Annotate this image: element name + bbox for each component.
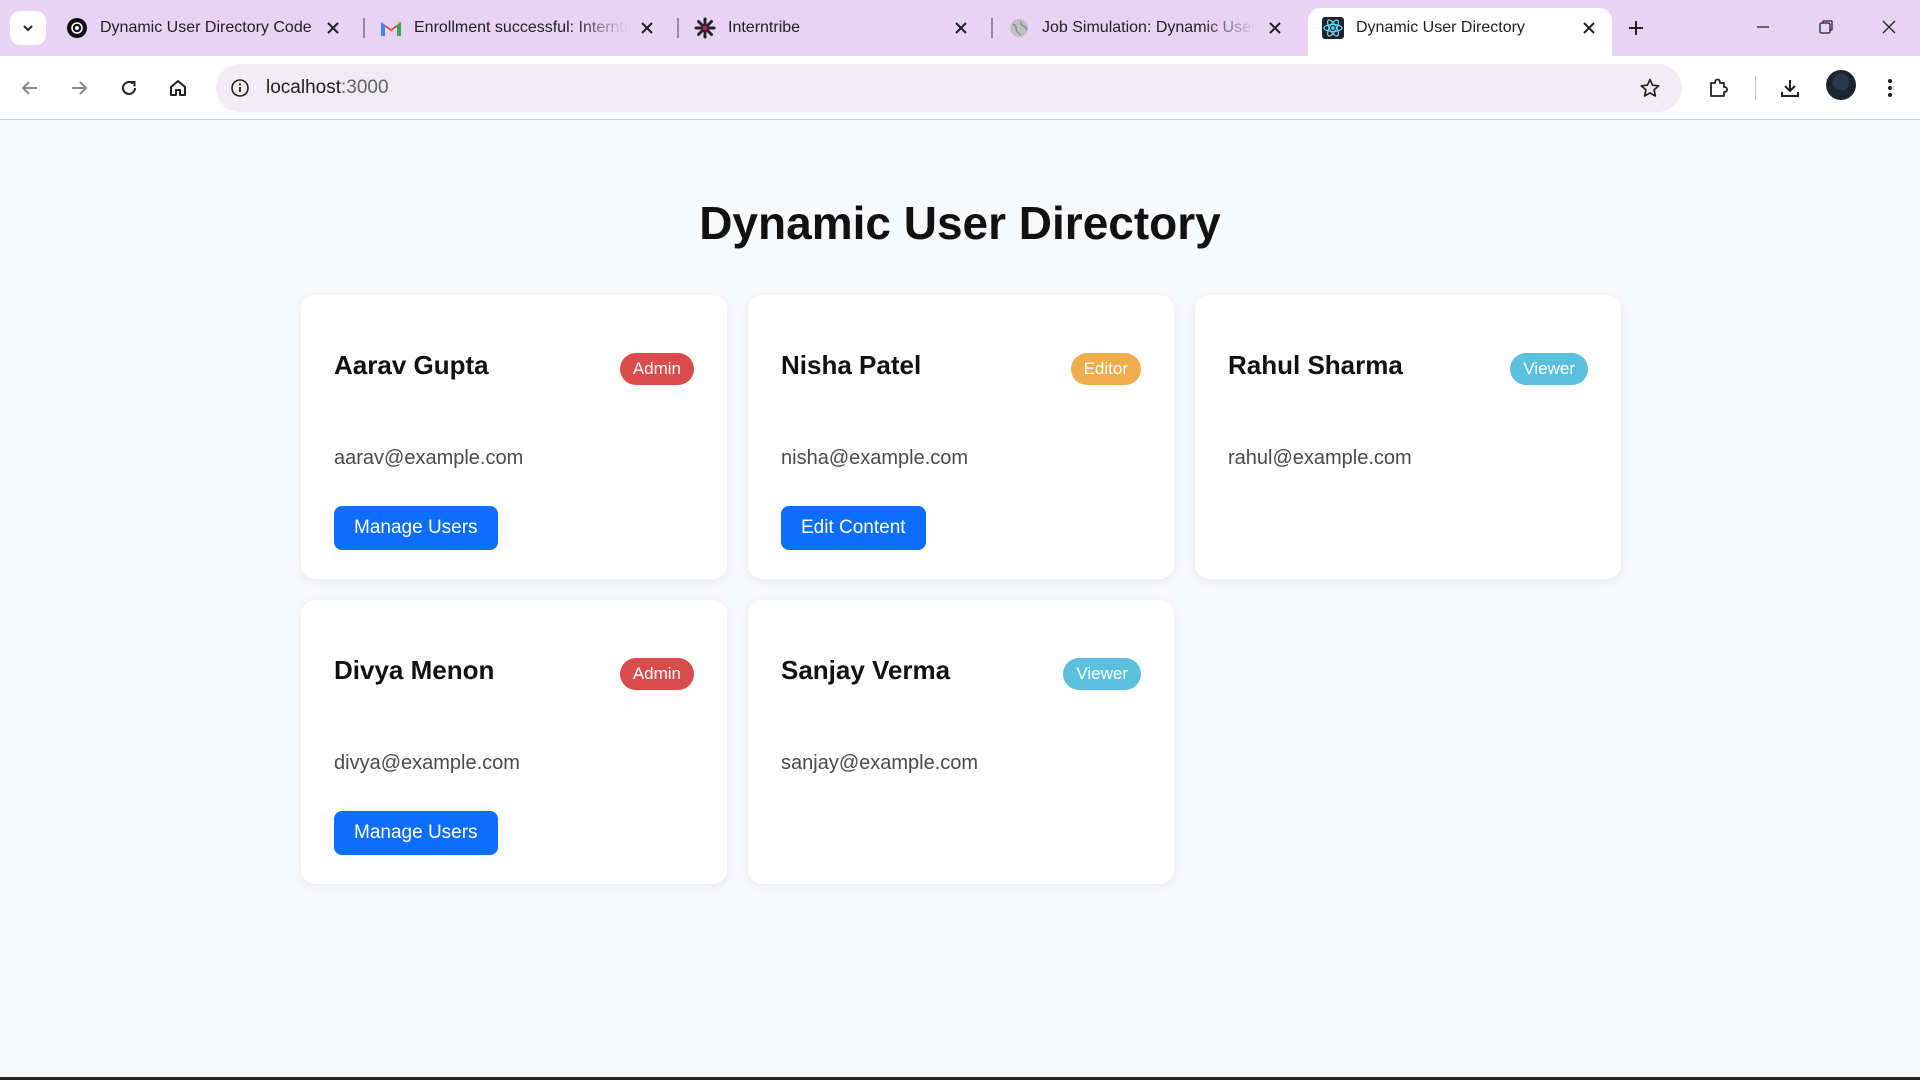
tab-4-active[interactable]: Dynamic User Directory	[1308, 8, 1612, 56]
minimize-button[interactable]	[1739, 10, 1787, 44]
edit-content-button[interactable]: Edit Content	[781, 506, 926, 550]
user-email: rahul@example.com	[1228, 447, 1412, 469]
reload-icon	[122, 80, 136, 95]
plus-icon	[1629, 21, 1643, 35]
user-card: Divya Menon Admin divya@example.com Mana…	[301, 600, 727, 884]
manage-users-button[interactable]: Manage Users	[334, 811, 498, 855]
interntribe-icon	[694, 17, 716, 39]
role-badge: Viewer	[1063, 658, 1141, 690]
address-bar[interactable]: localhost:3000	[216, 64, 1682, 112]
puzzle-icon	[1710, 78, 1728, 97]
arrow-left-icon	[21, 81, 37, 95]
role-badge: Viewer	[1510, 353, 1588, 385]
tab-title: Job Simulation: Dynamic User Directory	[1042, 19, 1256, 36]
toolbar-divider	[1755, 76, 1756, 100]
tab-title: Enrollment successful: Interntribe	[414, 19, 628, 36]
user-email: nisha@example.com	[781, 447, 969, 469]
user-card: Nisha Patel Editor nisha@example.com Edi…	[748, 295, 1174, 579]
tab-title: Interntribe	[728, 19, 801, 36]
user-name: Sanjay Verma	[781, 655, 951, 685]
url-host: localhost	[266, 77, 341, 98]
url-port: :3000	[341, 77, 389, 98]
page-title: Dynamic User Directory	[699, 197, 1221, 249]
home-button[interactable]	[160, 70, 196, 106]
tab-0[interactable]: Dynamic User Directory Code	[52, 8, 356, 48]
back-button[interactable]	[12, 70, 48, 106]
close-icon[interactable]	[636, 17, 658, 39]
react-icon	[1322, 17, 1344, 39]
user-name: Aarav Gupta	[334, 350, 489, 380]
tab-search-button[interactable]	[10, 11, 46, 45]
download-icon	[1781, 80, 1799, 97]
chevron-down-icon	[23, 25, 33, 32]
profile-avatar[interactable]	[1826, 70, 1856, 100]
extensions-button[interactable]	[1700, 70, 1736, 106]
user-card: Rahul Sharma Viewer rahul@example.com	[1195, 295, 1621, 579]
new-tab-button[interactable]	[1622, 14, 1650, 42]
forward-button[interactable]	[61, 70, 97, 106]
close-icon[interactable]	[322, 17, 344, 39]
tab-2[interactable]: Interntribe	[680, 8, 984, 48]
user-name: Rahul Sharma	[1228, 350, 1403, 380]
arrow-right-icon	[72, 81, 88, 95]
role-badge: Admin	[619, 353, 694, 385]
restore-button[interactable]	[1802, 10, 1850, 44]
gmail-icon	[380, 17, 402, 39]
chatgpt-icon	[66, 17, 88, 39]
close-icon	[1882, 20, 1896, 34]
user-email: aarav@example.com	[334, 447, 524, 469]
minimize-icon	[1757, 26, 1769, 28]
tab-divider	[677, 18, 679, 38]
bookmark-star-icon[interactable]	[1636, 74, 1664, 102]
home-icon	[170, 80, 186, 96]
user-email: divya@example.com	[334, 752, 520, 774]
restore-icon	[1819, 20, 1833, 34]
tab-strip: Dynamic User Directory Code Enrollment s…	[0, 0, 1920, 56]
user-card: Sanjay Verma Viewer sanjay@example.com	[748, 600, 1174, 884]
browser-menu-button[interactable]	[1872, 70, 1908, 106]
site-info-icon[interactable]	[226, 74, 254, 102]
close-icon[interactable]	[950, 17, 972, 39]
user-name: Nisha Patel	[781, 350, 922, 380]
user-name: Divya Menon	[334, 655, 495, 685]
user-email: sanjay@example.com	[781, 752, 979, 774]
close-window-button[interactable]	[1865, 10, 1913, 44]
reload-button[interactable]	[111, 70, 147, 106]
globe-icon	[1008, 17, 1030, 39]
browser-toolbar: localhost:3000	[0, 56, 1920, 120]
manage-users-button[interactable]: Manage Users	[334, 506, 498, 550]
role-badge: Editor	[1070, 353, 1141, 385]
url-text[interactable]: localhost:3000	[266, 77, 389, 99]
tab-title: Dynamic User Directory	[1356, 19, 1525, 36]
close-icon[interactable]	[1264, 17, 1286, 39]
tab-divider	[363, 18, 365, 38]
more-vert-icon	[1888, 79, 1892, 97]
tab-title: Dynamic User Directory Code	[100, 19, 312, 36]
tab-1[interactable]: Enrollment successful: Interntribe	[366, 8, 670, 48]
user-card: Aarav Gupta Admin aarav@example.com Mana…	[301, 295, 727, 579]
tab-divider	[991, 18, 993, 38]
downloads-button[interactable]	[1772, 70, 1808, 106]
tab-3[interactable]: Job Simulation: Dynamic User Directory	[994, 8, 1298, 48]
close-icon[interactable]	[1578, 17, 1600, 39]
role-badge: Admin	[619, 658, 694, 690]
